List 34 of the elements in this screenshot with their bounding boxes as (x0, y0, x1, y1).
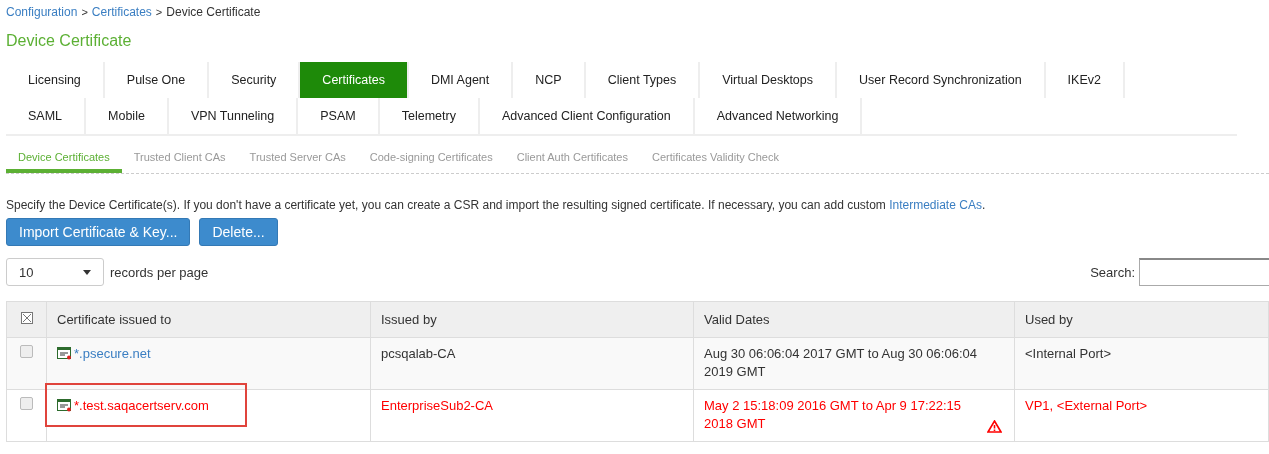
delete-button[interactable]: Delete... (199, 218, 278, 246)
valid-dates-text: Aug 30 06:06:04 2017 GMT to Aug 30 06:06:04 2019 GMT (704, 345, 978, 381)
breadcrumb-separator: > (81, 6, 88, 18)
column-header: Used by (1014, 301, 1269, 338)
column-header: Certificate issued to (46, 301, 371, 338)
search-field[interactable] (1139, 258, 1269, 286)
breadcrumb-separator: > (155, 6, 163, 18)
warning-icon (987, 420, 1002, 433)
caret-icon (83, 269, 91, 275)
row-checkbox[interactable] (20, 345, 33, 358)
breadcrumb-current: Device Certificate (166, 5, 261, 19)
row-checkbox[interactable] (20, 397, 33, 410)
column-header: Valid Dates (693, 301, 1015, 338)
certificate-link[interactable]: *.test.saqacertserv.com (74, 398, 209, 413)
issuer-text: EnterpriseSub2-CA (381, 398, 493, 413)
certificate-icon (57, 347, 72, 360)
issuer-text: pcsqalab-CA (381, 346, 456, 361)
search-label: Search: (1090, 264, 1135, 280)
breadcrumb-link[interactable]: Certificates (91, 5, 152, 19)
certificate-icon (57, 399, 72, 412)
description-text: Specify the Device Certificate(s). If you don't have a certificate yet, you can create a CSR and import the resulting signed certificate. If necessary, you can add custom Intermediate CAs. (6, 198, 987, 212)
breadcrumb-link[interactable]: Configuration (6, 5, 78, 19)
tab[interactable]: Certificates (300, 62, 409, 98)
used-by-text: VP1, <External Port> (1025, 398, 1148, 413)
select-all-icon[interactable] (20, 312, 33, 324)
import-button[interactable]: Import Certificate & Key... (6, 218, 191, 246)
used-by-text: <Internal Port> (1025, 346, 1111, 361)
certificate-link[interactable]: *.psecure.net (74, 346, 151, 361)
records-per-page-label: records per page (110, 264, 209, 280)
valid-dates-text: May 2 15:18:09 2016 GMT to Apr 9 17:22:15 2018 GMT (704, 397, 963, 433)
intermediate-cas-link[interactable]: Intermediate CAs (889, 198, 982, 212)
page-title: Device Certificate (6, 32, 133, 50)
column-header: Issued by (370, 301, 694, 338)
page-size-select[interactable]: 10 (6, 258, 104, 286)
